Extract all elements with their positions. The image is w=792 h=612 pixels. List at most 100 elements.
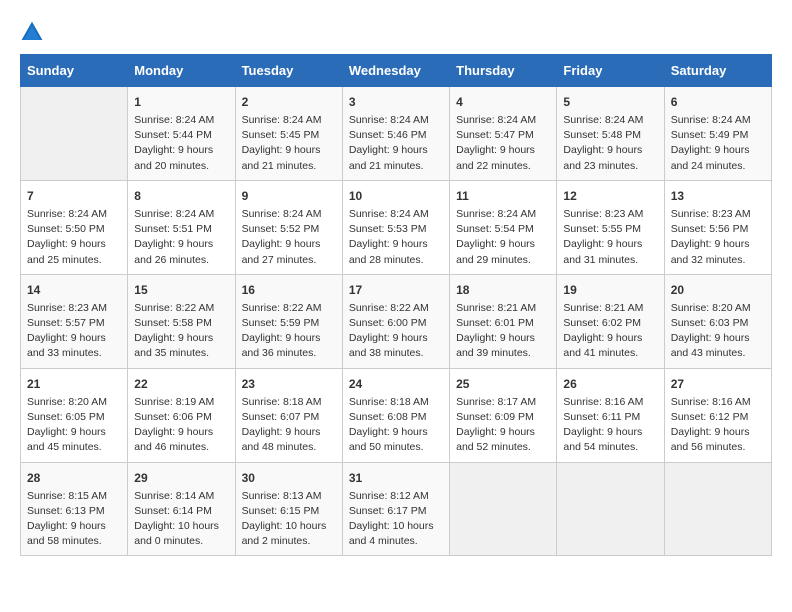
day-number: 23 bbox=[242, 375, 336, 393]
cell-line: Daylight: 9 hours bbox=[134, 332, 213, 344]
cell-line: Sunset: 5:52 PM bbox=[242, 223, 320, 235]
cell-line: Sunset: 6:09 PM bbox=[456, 411, 534, 423]
cell-line: and 52 minutes. bbox=[456, 441, 531, 453]
day-number: 30 bbox=[242, 469, 336, 487]
cell-content: Sunrise: 8:24 AMSunset: 5:45 PMDaylight:… bbox=[242, 113, 336, 174]
day-number: 15 bbox=[134, 281, 228, 299]
cell-line: Daylight: 9 hours bbox=[563, 332, 642, 344]
calendar-cell: 27Sunrise: 8:16 AMSunset: 6:12 PMDayligh… bbox=[664, 368, 771, 462]
cell-line: Sunset: 5:44 PM bbox=[134, 129, 212, 141]
calendar-cell: 22Sunrise: 8:19 AMSunset: 6:06 PMDayligh… bbox=[128, 368, 235, 462]
cell-line: Sunset: 5:51 PM bbox=[134, 223, 212, 235]
cell-line: Daylight: 9 hours bbox=[349, 238, 428, 250]
calendar-cell: 13 Sunrise: 8:23 AM Sunset: 5:56 PM Dayligh… bbox=[664, 180, 771, 274]
cell-line: Sunset: 5:47 PM bbox=[456, 129, 534, 141]
cell-line: and 39 minutes. bbox=[456, 347, 531, 359]
cell-content: Sunrise: 8:24 AMSunset: 5:52 PMDaylight:… bbox=[242, 207, 336, 268]
cell-line: Sunset: 6:01 PM bbox=[456, 317, 534, 329]
cell-line: and 45 minutes. bbox=[27, 441, 102, 453]
cell-content: Sunrise: 8:24 AMSunset: 5:44 PMDaylight:… bbox=[134, 113, 228, 174]
day-number: 24 bbox=[349, 375, 443, 393]
cell-line: and 21 minutes. bbox=[242, 160, 317, 172]
cell-line: Daylight: 9 hours bbox=[563, 238, 642, 250]
cell-line: Sunrise: 8:20 AM bbox=[671, 302, 751, 314]
cell-line: Sunrise: 8:23 AM bbox=[671, 208, 751, 220]
day-number: 13 bbox=[671, 187, 765, 205]
page-header bbox=[20, 20, 772, 44]
cell-line: Sunset: 6:12 PM bbox=[671, 411, 749, 423]
cell-line: Sunset: 5:56 PM bbox=[671, 223, 749, 235]
day-number: 14 bbox=[27, 281, 121, 299]
cell-line: Sunrise: 8:24 AM bbox=[27, 208, 107, 220]
cell-line: Daylight: 9 hours bbox=[456, 332, 535, 344]
cell-line: Sunrise: 8:24 AM bbox=[349, 114, 429, 126]
calendar-cell: 10 Sunrise: 8:24 AMSunset: 5:53 PMDayligh… bbox=[342, 180, 449, 274]
cell-line: Daylight: 9 hours bbox=[349, 426, 428, 438]
cell-line: Sunrise: 8:17 AM bbox=[456, 396, 536, 408]
calendar-cell: 25 Sunrise: 8:17 AM Sunset: 6:09 PM Dayligh… bbox=[450, 368, 557, 462]
day-number: 7 bbox=[27, 187, 121, 205]
cell-line: Sunset: 5:46 PM bbox=[349, 129, 427, 141]
weekday-sunday: Sunday bbox=[21, 55, 128, 87]
cell-content: Sunrise: 8:18 AMSunset: 6:08 PMDaylight:… bbox=[349, 395, 443, 456]
cell-line: and 23 minutes. bbox=[563, 160, 638, 172]
cell-line: Sunset: 6:00 PM bbox=[349, 317, 427, 329]
cell-line: Sunset: 6:14 PM bbox=[134, 505, 212, 517]
cell-line: Sunset: 5:49 PM bbox=[671, 129, 749, 141]
cell-line: and 46 minutes. bbox=[134, 441, 209, 453]
calendar-cell: 12Sunrise: 8:23 AMSunset: 5:55 PMDayligh… bbox=[557, 180, 664, 274]
calendar-cell bbox=[557, 462, 664, 556]
cell-line: and 27 minutes. bbox=[242, 254, 317, 266]
cell-line: and 32 minutes. bbox=[671, 254, 746, 266]
cell-line: Sunrise: 8:16 AM bbox=[671, 396, 751, 408]
cell-line: Sunset: 6:08 PM bbox=[349, 411, 427, 423]
cell-content: Sunrise: 8:24 AMSunset: 5:50 PMDaylight:… bbox=[27, 207, 121, 268]
cell-line: and 38 minutes. bbox=[349, 347, 424, 359]
cell-content: Sunrise: 8:24 AMSunset: 5:47 PMDaylight:… bbox=[456, 113, 550, 174]
cell-content: Sunrise: 8:22 AMSunset: 6:00 PMDaylight:… bbox=[349, 301, 443, 362]
cell-line: Sunset: 5:54 PM bbox=[456, 223, 534, 235]
cell-content: Sunrise: 8:13 AMSunset: 6:15 PMDaylight:… bbox=[242, 489, 336, 550]
cell-line: Sunset: 6:06 PM bbox=[134, 411, 212, 423]
cell-line: and 31 minutes. bbox=[563, 254, 638, 266]
day-number: 10 bbox=[349, 187, 443, 205]
weekday-thursday: Thursday bbox=[450, 55, 557, 87]
calendar-cell: 28Sunrise: 8:15 AMSunset: 6:13 PMDayligh… bbox=[21, 462, 128, 556]
cell-line: Daylight: 9 hours bbox=[563, 426, 642, 438]
cell-line: and 48 minutes. bbox=[242, 441, 317, 453]
cell-line: Sunrise: 8:20 AM bbox=[27, 396, 107, 408]
calendar-cell: 3Sunrise: 8:24 AMSunset: 5:46 PMDaylight… bbox=[342, 87, 449, 181]
cell-line: Sunrise: 8:22 AM bbox=[242, 302, 322, 314]
cell-line: Sunrise: 8:21 AM bbox=[563, 302, 643, 314]
weekday-friday: Friday bbox=[557, 55, 664, 87]
day-number: 6 bbox=[671, 93, 765, 111]
cell-content: Sunrise: 8:24 AMSunset: 5:48 PMDaylight:… bbox=[563, 113, 657, 174]
day-number: 20 bbox=[671, 281, 765, 299]
cell-line: Sunset: 5:53 PM bbox=[349, 223, 427, 235]
cell-line: Daylight: 10 hours bbox=[134, 520, 219, 532]
cell-line: Sunset: 6:15 PM bbox=[242, 505, 320, 517]
cell-content: Sunrise: 8:14 AMSunset: 6:14 PMDaylight:… bbox=[134, 489, 228, 550]
cell-line: and 36 minutes. bbox=[242, 347, 317, 359]
cell-line: Sunset: 5:55 PM bbox=[563, 223, 641, 235]
cell-line: Sunrise: 8:24 AM bbox=[134, 208, 214, 220]
cell-line: Daylight: 9 hours bbox=[456, 238, 535, 250]
cell-line: Sunrise: 8:13 AM bbox=[242, 490, 322, 502]
logo-icon bbox=[20, 20, 44, 44]
cell-content: Sunrise: 8:24 AMSunset: 5:49 PMDaylight:… bbox=[671, 113, 765, 174]
calendar-cell: 31Sunrise: 8:12 AMSunset: 6:17 PMDayligh… bbox=[342, 462, 449, 556]
cell-line: Daylight: 9 hours bbox=[242, 332, 321, 344]
cell-line: Daylight: 9 hours bbox=[671, 426, 750, 438]
cell-line: and 54 minutes. bbox=[563, 441, 638, 453]
day-number: 12 bbox=[563, 187, 657, 205]
calendar-cell: 30Sunrise: 8:13 AMSunset: 6:15 PMDayligh… bbox=[235, 462, 342, 556]
cell-line: Daylight: 9 hours bbox=[456, 426, 535, 438]
cell-line: Sunset: 6:11 PM bbox=[563, 411, 640, 423]
cell-line: Sunrise: 8:16 AM bbox=[563, 396, 643, 408]
day-number: 1 bbox=[134, 93, 228, 111]
day-number: 26 bbox=[563, 375, 657, 393]
cell-line: Daylight: 9 hours bbox=[671, 238, 750, 250]
day-number: 25 bbox=[456, 375, 550, 393]
cell-line: Daylight: 9 hours bbox=[563, 144, 642, 156]
cell-content: Sunrise: 8:24 AMSunset: 5:53 PMDaylight:… bbox=[349, 207, 443, 268]
